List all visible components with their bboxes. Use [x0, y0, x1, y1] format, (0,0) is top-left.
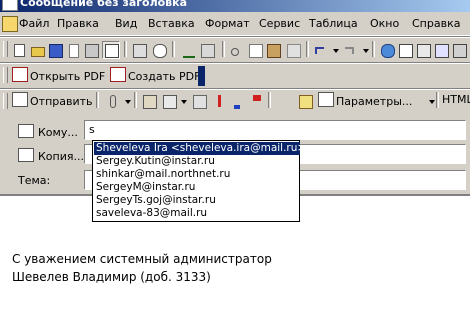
send-button[interactable]: Отправить — [12, 92, 93, 108]
flag-icon[interactable] — [248, 92, 266, 110]
hyperlink-icon[interactable] — [378, 41, 396, 59]
menu-tools[interactable]: Сервис — [259, 17, 300, 30]
separator — [96, 92, 99, 108]
menu-view[interactable]: Вид — [115, 17, 137, 30]
new-document-button[interactable] — [10, 41, 28, 59]
paste-icon[interactable] — [264, 41, 282, 59]
title-bar: Сообщение без заголовка — [0, 0, 470, 12]
separator — [372, 41, 375, 57]
autocomplete-item[interactable]: saveleva-83@mail.ru — [94, 207, 300, 220]
signature-icon[interactable] — [190, 92, 208, 110]
autocomplete-item[interactable]: Sergey.Kutin@instar.ru — [94, 155, 300, 168]
menu-bar: Файл Правка Вид Вставка Формат Сервис Та… — [0, 12, 470, 36]
redo-dropdown-icon[interactable] — [363, 49, 369, 53]
standard-toolbar — [0, 37, 470, 63]
attach-icon[interactable] — [104, 92, 122, 110]
research-button[interactable] — [198, 41, 216, 59]
separator — [134, 92, 137, 108]
save-button[interactable] — [46, 41, 64, 59]
spelling-button[interactable] — [180, 41, 198, 59]
autocomplete-list: Sheveleva Ira <sheveleva.ira@mail.ru> Se… — [92, 140, 306, 222]
separator — [172, 41, 175, 57]
open-pdf-label: Открыть PDF — [30, 70, 106, 83]
undo-dropdown-icon[interactable] — [333, 49, 339, 53]
permission-button[interactable] — [64, 41, 82, 59]
to-field[interactable]: s — [84, 120, 466, 140]
menu-format[interactable]: Формат — [205, 17, 250, 30]
copy-icon[interactable] — [246, 41, 264, 59]
message-format-select[interactable]: HTML — [442, 92, 470, 108]
signature-line-2: Шевелев Владимир (доб. 3133) — [12, 270, 211, 284]
menu-table[interactable]: Таблица — [309, 17, 358, 30]
menu-file[interactable]: Файл — [19, 17, 49, 30]
toolbar-grip[interactable] — [3, 67, 8, 83]
menu-insert[interactable]: Вставка — [148, 17, 195, 30]
autocomplete-item[interactable]: Sheveleva Ira <sheveleva.ira@mail.ru> — [94, 142, 306, 155]
subject-label: Тема: — [18, 174, 51, 187]
cut-icon[interactable] — [228, 41, 246, 59]
menu-edit[interactable]: Правка — [57, 17, 99, 30]
columns-icon[interactable] — [432, 41, 450, 59]
open-button[interactable] — [28, 41, 46, 59]
separator — [222, 41, 225, 57]
address-book-icon — [18, 148, 34, 162]
tables-icon[interactable] — [396, 41, 414, 59]
options-label: Параметры... — [336, 95, 413, 108]
undo-button[interactable] — [312, 41, 330, 59]
email-button[interactable] — [82, 41, 100, 59]
to-label: Кому... — [38, 126, 78, 139]
address-book-icon — [18, 124, 34, 138]
importance-high-icon[interactable] — [210, 92, 228, 110]
print-button[interactable] — [102, 41, 120, 59]
message-options-icon[interactable] — [296, 92, 314, 110]
importance-low-icon[interactable] — [228, 92, 246, 110]
separator — [436, 92, 439, 108]
cc-label: Копия... — [38, 150, 84, 163]
cc-button[interactable]: Копия... — [18, 148, 84, 163]
address-book-icon[interactable] — [140, 92, 158, 110]
check-names-dropdown-icon[interactable] — [181, 100, 187, 104]
separator — [268, 92, 271, 108]
toolbar-grip[interactable] — [3, 93, 8, 109]
insert-table-icon[interactable] — [414, 41, 432, 59]
print-preview-button[interactable] — [130, 41, 148, 59]
drawing-icon[interactable] — [450, 41, 468, 59]
autocomplete-item[interactable]: SergeyTs.goj@instar.ru — [94, 194, 300, 207]
to-value: s — [89, 123, 95, 136]
pdf-toolbar: Открыть PDF Создать PDF — [0, 63, 470, 89]
separator — [124, 41, 127, 57]
send-label: Отправить — [30, 95, 93, 108]
window-icon — [2, 0, 18, 11]
attach-dropdown-icon[interactable] — [125, 100, 131, 104]
toolbar-options-icon[interactable] — [198, 66, 205, 86]
document-icon[interactable] — [2, 16, 18, 32]
autocomplete-item[interactable]: shinkar@mail.northnet.ru — [94, 168, 300, 181]
to-button[interactable]: Кому... — [18, 124, 78, 139]
autocomplete-item[interactable]: SergeyM@instar.ru — [94, 181, 300, 194]
options-button[interactable]: Параметры... — [318, 92, 412, 108]
check-names-icon[interactable] — [160, 92, 178, 110]
create-pdf-button[interactable]: Создать PDF — [110, 67, 200, 83]
redo-button[interactable] — [342, 41, 360, 59]
signature-line-1: С уважением системный администратор — [12, 252, 272, 266]
create-pdf-label: Создать PDF — [128, 70, 201, 83]
format-painter-icon[interactable] — [284, 41, 302, 59]
menu-help[interactable]: Справка — [412, 17, 460, 30]
preview-button[interactable] — [150, 41, 168, 59]
toolbar-grip[interactable] — [3, 41, 8, 57]
menu-window[interactable]: Окно — [370, 17, 399, 30]
options-dropdown-icon[interactable] — [429, 100, 435, 104]
window-title: Сообщение без заголовка — [20, 0, 188, 9]
open-pdf-button[interactable]: Открыть PDF — [12, 67, 105, 83]
separator — [306, 41, 309, 57]
